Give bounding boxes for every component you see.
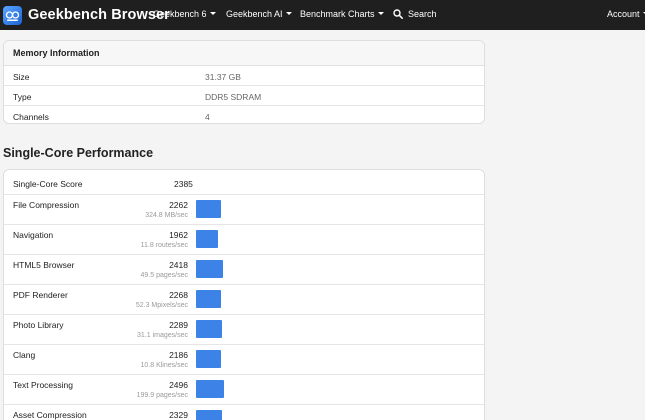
benchmark-rate: 11.8 routes/sec [140,242,188,249]
benchmark-score: 2496 [169,380,188,390]
nav-account-label: Account [607,9,640,19]
benchmark-score-bar [196,260,223,278]
benchmark-name: Photo Library [13,320,64,330]
nav-account[interactable]: Account [607,9,645,19]
top-navbar: Geekbench Browser Geekbench 6 Geekbench … [0,0,645,30]
benchmark-score-bar [196,230,218,248]
nav-search-label: Search [408,9,437,19]
single-core-section-title: Single-Core Performance [3,146,154,160]
benchmark-score: 1962 [169,230,188,240]
benchmark-score: 2186 [169,350,188,360]
benchmark-row: PDF Renderer 2268 52.3 Mpixels/sec [4,285,484,315]
benchmark-score: 2262 [169,200,188,210]
table-row: Size 31.37 GB [4,66,484,86]
benchmark-score-bar [196,350,221,368]
single-core-score-value: 2385 [174,179,193,189]
caret-down-icon [377,12,384,16]
benchmark-row: Navigation 1962 11.8 routes/sec [4,225,484,255]
benchmark-row: Asset Compression 2329 [4,405,484,420]
nav-geekbench-6-label: Geekbench 6 [153,9,207,19]
benchmark-row: File Compression 2262 324.8 MB/sec [4,195,484,225]
benchmark-score-bar [196,200,221,218]
memory-information-title: Memory Information [4,41,484,66]
nav-geekbench-ai[interactable]: Geekbench AI [226,9,292,19]
benchmark-score-bar [196,380,224,398]
single-core-performance-card: Single-Core Score 2385 File Compression … [3,169,485,420]
benchmark-score-bar [196,290,221,308]
memory-information-card: Memory Information Size 31.37 GB Type DD… [3,40,485,124]
memory-size-label: Size [13,72,30,82]
benchmark-row: Photo Library 2289 31.1 images/sec [4,315,484,345]
single-core-score-row: Single-Core Score 2385 [4,170,484,195]
brand-title: Geekbench Browser [28,7,170,23]
nav-benchmark-charts[interactable]: Benchmark Charts [300,9,384,19]
benchmark-name: File Compression [13,200,80,210]
single-core-score-label: Single-Core Score [13,179,83,189]
benchmark-rate: 49.5 pages/sec [140,272,188,279]
benchmark-name: Asset Compression [13,410,87,420]
memory-channels-label: Channels [13,112,49,122]
nav-geekbench-ai-label: Geekbench AI [226,9,283,19]
benchmark-rate: 31.1 images/sec [137,332,188,339]
nav-benchmark-charts-label: Benchmark Charts [300,9,375,19]
memory-type-value: DDR5 SDRAM [205,92,262,102]
benchmark-score: 2418 [169,260,188,270]
benchmark-rate: 52.3 Mpixels/sec [135,302,188,309]
brand-link[interactable]: Geekbench Browser [3,4,170,26]
benchmark-name: Clang [13,350,36,360]
benchmark-score: 2268 [169,290,188,300]
benchmark-row: HTML5 Browser 2418 49.5 pages/sec [4,255,484,285]
benchmark-name: Text Processing [13,380,73,390]
benchmark-name: PDF Renderer [13,290,68,300]
memory-type-label: Type [13,92,32,102]
nav-geekbench-6[interactable]: Geekbench 6 [153,9,216,19]
benchmark-score: 2289 [169,320,188,330]
benchmark-row: Text Processing 2496 199.9 pages/sec [4,375,484,405]
benchmark-score-bar [196,320,222,338]
memory-channels-value: 4 [205,112,210,122]
benchmark-rate: 10.8 Klines/sec [140,362,188,369]
memory-size-value: 31.37 GB [205,72,241,82]
nav-search[interactable]: Search [393,9,437,19]
caret-down-icon [285,12,292,16]
benchmark-rate: 199.9 pages/sec [136,392,188,399]
benchmark-name: Navigation [13,230,54,240]
benchmark-score: 2329 [169,410,188,420]
benchmark-rate: 324.8 MB/sec [145,212,188,219]
benchmark-name: HTML5 Browser [13,260,75,270]
table-row: Channels 4 [4,106,484,123]
search-icon [393,9,403,19]
table-row: Type DDR5 SDRAM [4,86,484,106]
geekbench-logo-icon [3,5,22,25]
caret-down-icon [209,12,216,16]
benchmark-row: Clang 2186 10.8 Klines/sec [4,345,484,375]
benchmark-score-bar [196,410,222,420]
